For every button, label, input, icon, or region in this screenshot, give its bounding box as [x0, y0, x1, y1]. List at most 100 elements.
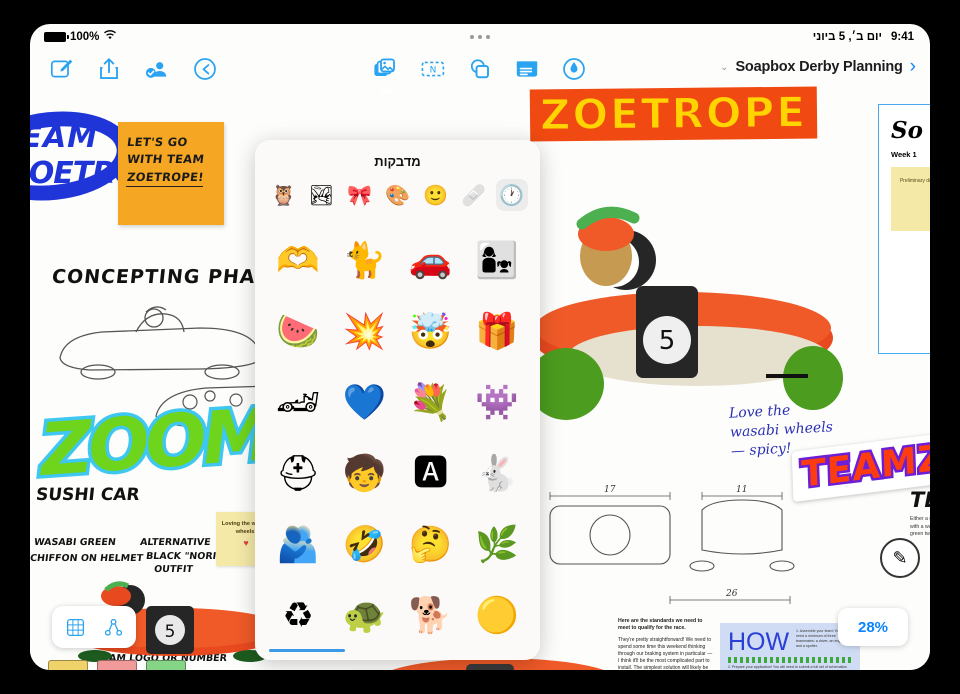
document-card-right[interactable]: So Week 1 Preliminary design meeting [878, 104, 930, 354]
horizontal-scroll-indicator[interactable] [255, 646, 540, 660]
dimension-11: 11 [736, 485, 747, 495]
sticker-tortoise[interactable]: 🐢 [331, 580, 397, 646]
stickers-panel-title: מדבקות [374, 154, 421, 169]
howto-step-2: 2. Prepare your application! You will ne… [728, 665, 847, 669]
sticker-watermelon[interactable]: 🍉 [265, 296, 331, 367]
howto-divider-1 [728, 657, 852, 663]
sticker-child-photo[interactable]: 🧒 [331, 438, 397, 509]
media-icon[interactable] [373, 56, 399, 82]
heading-concepting-phase: CONCEPTING PHASE [50, 266, 286, 288]
toolbar-right-group: ⌄ Soapbox Derby Planning › [720, 56, 916, 78]
markup-pen-icon[interactable] [561, 56, 587, 82]
sticker-rabbit[interactable]: 🐇 [464, 438, 530, 509]
undo-icon[interactable] [192, 56, 218, 82]
sticky-orange-line1: LET'S GO [126, 135, 189, 149]
multitasking-dots[interactable] [470, 35, 490, 39]
wifi-icon [103, 30, 117, 44]
connector-nodes-icon[interactable] [94, 610, 132, 644]
sticker-hands-heart[interactable]: 🫶 [265, 225, 331, 296]
tab-app-pink[interactable]: 🎀 [344, 179, 376, 211]
ring-logo-team-text: TEAM [30, 120, 99, 155]
sticker-rofl-emoji[interactable]: 🤣 [331, 509, 397, 580]
sticker-thinking-girl[interactable]: 🤔 [398, 509, 464, 580]
stickers-tab-row: 🦉 🏞 🎀 🎨 🙂 🩹 🕐 [255, 179, 540, 221]
stickers-grid: 🫶 🐈 🚗 👩‍👧 🍉 💥 🤯 🎁 🏎 💙 💐 👾 ⛑ 🧒 🅰 🐇 🫂 🤣 🤔 🌿 ♻ 🐢 🐕 🟡 [255, 221, 540, 646]
compose-icon[interactable] [48, 56, 74, 82]
howto-word-how: HOW [728, 628, 790, 656]
stamp-badge-icon: ✎ [880, 538, 920, 578]
text-box-icon[interactable] [514, 56, 540, 82]
swatch-green[interactable] [146, 660, 186, 670]
status-bar: 100% יום ב׳, 5 ביוני 9:41 [30, 24, 930, 50]
swatch-yellow[interactable] [48, 660, 88, 670]
sticky-orange-line2: WITH TEAM [126, 152, 206, 166]
note-wasabi-helmet-line1: WASABI GREEN [33, 537, 117, 548]
share-icon[interactable] [96, 56, 122, 82]
document-title[interactable]: Soapbox Derby Planning [735, 59, 902, 75]
sticker-gift[interactable]: 🎁 [464, 296, 530, 367]
status-bar-right: יום ב׳, 5 ביוני 9:41 [813, 31, 914, 43]
status-bar-left: 100% [44, 30, 117, 44]
tab-duolingo[interactable]: 🦉 [268, 179, 300, 211]
sticker-memoji-shocked[interactable]: 🤯 [398, 296, 464, 367]
svg-text:N: N [430, 66, 437, 76]
sticker-hugging-people[interactable]: 🫂 [265, 509, 331, 580]
tab-app-blue[interactable]: 🏞 [306, 179, 338, 211]
car-number-main: 5 [659, 326, 676, 356]
sticker-flame-car[interactable]: 🏎 [265, 367, 331, 438]
sticker-blue-heart[interactable]: 💙 [331, 367, 397, 438]
sticker-recycle[interactable]: ♻ [265, 580, 331, 646]
stickers-popover[interactable]: מדבקות 🦉 🏞 🎀 🎨 🙂 🩹 🕐 🫶 🐈 🚗 👩‍👧 🍉 💥 🤯 🎁 🏎 💙 💐 👾 ⛑ 🧒 🅰 🐇 🫂 🤣 🤔 🌿 ♻ 🐢 🐕… [255, 140, 540, 660]
tab-emoji[interactable]: 🙂 [420, 179, 452, 211]
tab-app-colorful[interactable]: 🎨 [382, 179, 414, 211]
banner-text: ZOETROPE [539, 87, 808, 140]
dimension-17: 17 [604, 485, 616, 495]
zoetrope-banner: ZOETROPE [529, 86, 818, 142]
standards-title: Here are the standards we need to meet t… [618, 618, 703, 631]
chevron-right-icon[interactable]: › [910, 56, 916, 78]
graffiti-zoom-sticker[interactable]: ZOOM [34, 389, 277, 496]
doc-card-week: Week 1 [891, 150, 917, 159]
team-heading: TEAM [910, 488, 930, 512]
swatch-pink[interactable] [97, 660, 137, 670]
car-number-left: 5 [165, 622, 176, 642]
label-sushi-car: SUSHI CAR [34, 485, 141, 505]
sticker-go-word[interactable]: 🟡 [464, 580, 530, 646]
canvas-tool-group [52, 606, 136, 648]
ipad-screen: 100% יום ב׳, 5 ביוני 9:41 N ⌄ Soapbox De… [30, 24, 930, 670]
sticker-red-helmet[interactable]: ⛑ [265, 438, 331, 509]
doc-card-title: So [891, 117, 923, 144]
whiteboard-canvas[interactable]: TEAM ZOETROPE LET'S GO WITH TEAM ZOETROP… [30, 70, 930, 670]
battery-percent-label: 100% [70, 31, 100, 43]
zoom-level-control[interactable]: 28% [838, 608, 908, 646]
note-alt-outfit-line1: ALTERNATIVE [139, 537, 212, 548]
sticky-orange-line3: ZOETROPE! [125, 169, 205, 187]
sticker-family-photo[interactable]: 👩‍👧 [464, 225, 530, 296]
tab-recents[interactable]: 🕐 [495, 179, 528, 211]
collaborate-icon[interactable] [144, 56, 170, 82]
sticker-cat[interactable]: 🐈 [331, 225, 397, 296]
sticker-flowers[interactable]: 💐 [398, 367, 464, 438]
toolbar-left-group [48, 56, 218, 82]
sticky-note-icon[interactable]: N [420, 56, 446, 82]
shapes-icon[interactable] [467, 56, 493, 82]
sticky-note-orange[interactable]: LET'S GO WITH TEAM ZOETROPE! [118, 122, 224, 225]
sticker-zoom-word[interactable]: 💥 [331, 296, 397, 367]
ipad-device-frame: 100% יום ב׳, 5 ביוני 9:41 N ⌄ Soapbox De… [0, 0, 960, 694]
standards-body: They're pretty straightforward! We need … [618, 637, 713, 670]
tab-peel-sticker[interactable]: 🩹 [458, 179, 490, 211]
chevron-down-icon[interactable]: ⌄ [720, 62, 728, 73]
note-alt-outfit-line2: BLACK "NORI" [145, 551, 222, 562]
doc-card-sticky: Preliminary design meeting [891, 167, 930, 231]
sticker-a-plus[interactable]: 🅰 [398, 438, 464, 509]
toolbar-center-group: N [373, 56, 587, 82]
sticker-dog-photo[interactable]: 🐕 [398, 580, 464, 646]
sticker-monstera-leaf[interactable]: 🌿 [464, 509, 530, 580]
sticker-red-car[interactable]: 🚗 [398, 225, 464, 296]
battery-icon [44, 32, 69, 42]
status-date-label: יום ב׳, 5 ביוני [812, 31, 882, 43]
color-swatch-row [48, 660, 186, 670]
grid-icon[interactable] [56, 610, 94, 644]
sticker-monster-mouth[interactable]: 👾 [464, 367, 530, 438]
dimension-26: 26 [725, 589, 738, 599]
